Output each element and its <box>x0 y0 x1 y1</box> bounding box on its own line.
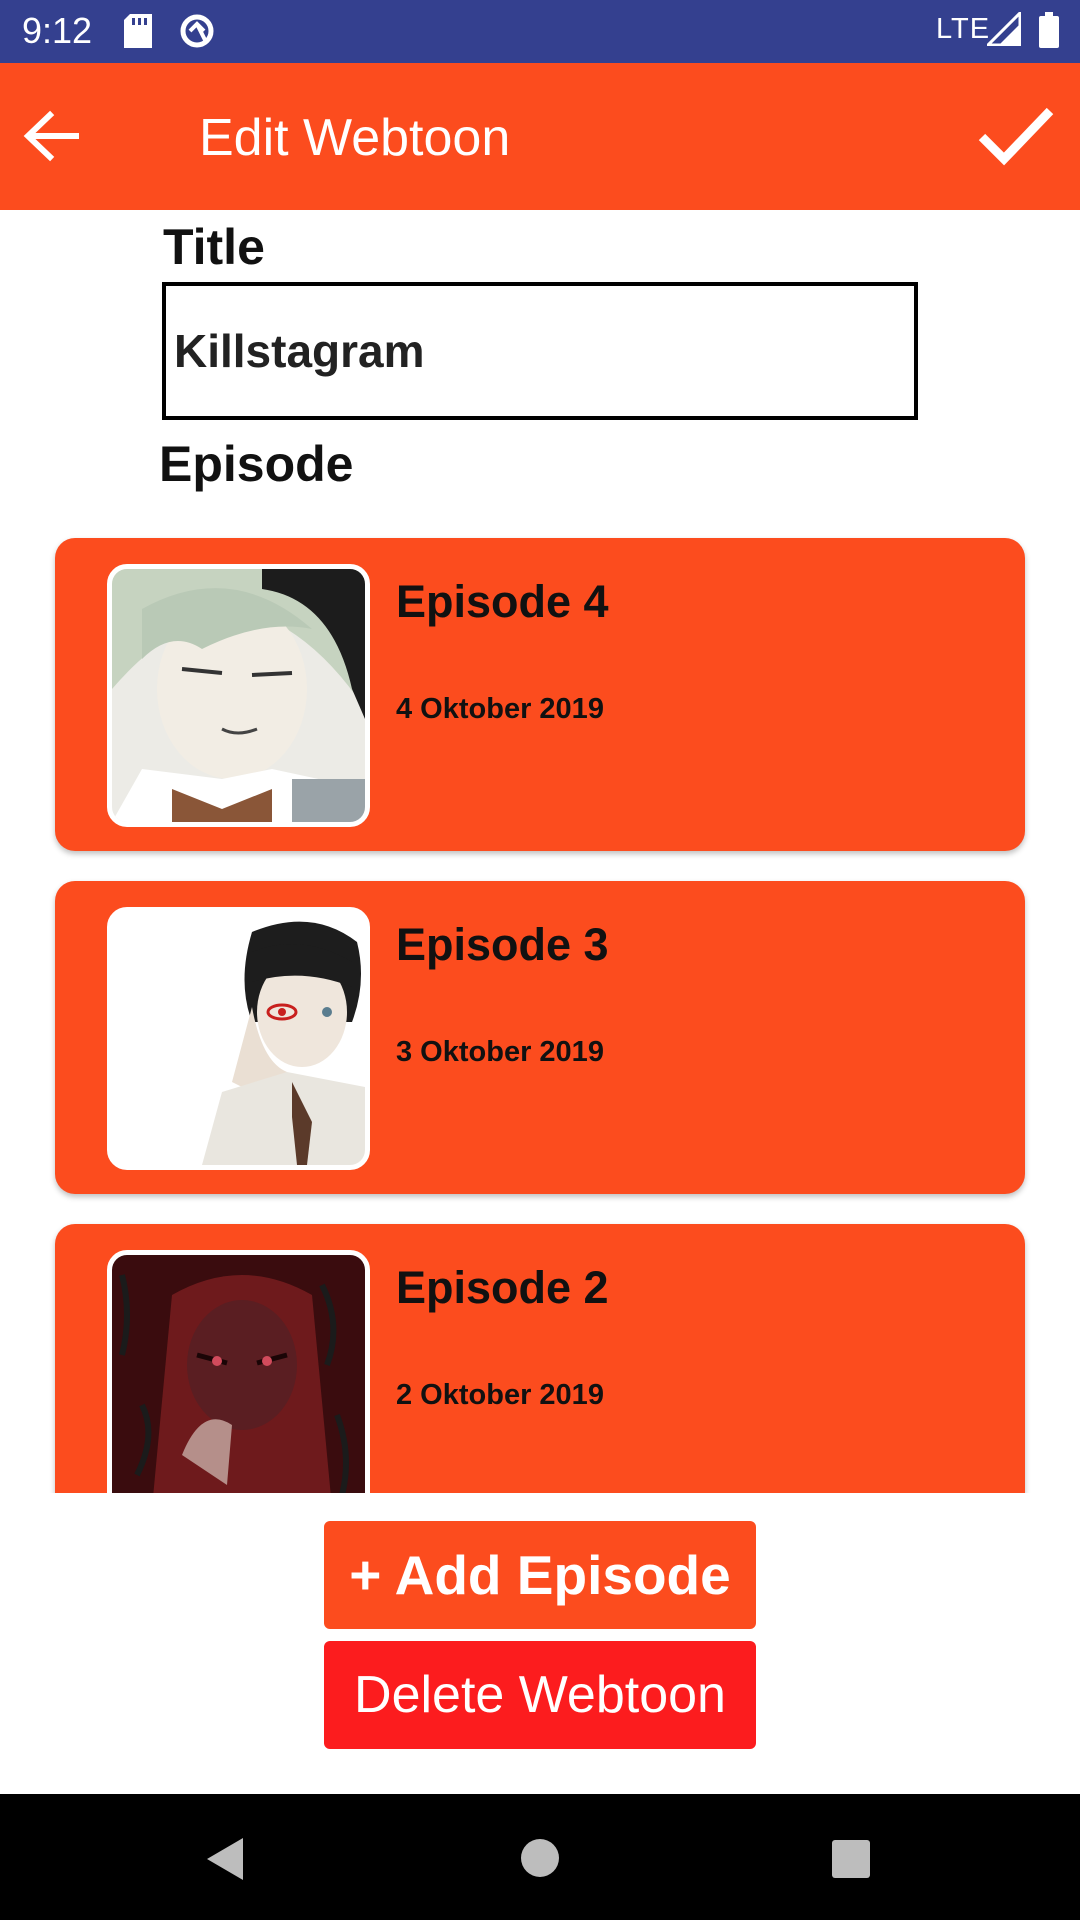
nav-recents-icon[interactable] <box>831 1839 871 1879</box>
add-episode-button[interactable]: + Add Episode <box>324 1521 756 1629</box>
navigation-bar <box>0 1794 1080 1920</box>
episode-title: Episode 3 <box>396 919 609 970</box>
nav-home-icon[interactable] <box>520 1838 560 1878</box>
title-input[interactable] <box>162 282 918 420</box>
episode-title: Episode 2 <box>396 1262 609 1313</box>
delete-webtoon-button[interactable]: Delete Webtoon <box>324 1641 756 1749</box>
check-icon <box>978 107 1054 166</box>
episode-title: Episode 4 <box>396 576 609 627</box>
episode-card[interactable]: Episode 2 2 Oktober 2019 <box>55 1224 1025 1493</box>
title-label: Title <box>163 219 265 275</box>
episode-card[interactable]: Episode 4 4 Oktober 2019 <box>55 538 1025 851</box>
nav-back-icon[interactable] <box>205 1836 245 1882</box>
back-button[interactable] <box>22 107 80 165</box>
battery-icon <box>1039 12 1059 48</box>
app-bar: Edit Webtoon <box>0 63 1080 210</box>
episode-date: 4 Oktober 2019 <box>396 693 604 725</box>
network-type: LTE <box>936 13 991 45</box>
episode-thumbnail <box>107 564 370 827</box>
episode-thumbnail <box>107 907 370 1170</box>
episode-date: 2 Oktober 2019 <box>396 1379 604 1411</box>
status-time: 9:12 <box>22 10 93 51</box>
episode-list[interactable]: Episode 4 4 Oktober 2019 Episode 3 3 Okt… <box>40 520 1040 1493</box>
episode-date: 3 Oktober 2019 <box>396 1036 604 1068</box>
arrow-back-icon <box>23 110 79 162</box>
status-bar: 9:12 LTE <box>0 0 1080 63</box>
sd-card-icon <box>124 14 152 48</box>
edit-webtoon-screen: 9:12 LTE Edit Webtoon Title Episod <box>0 0 1080 1920</box>
save-button[interactable] <box>978 101 1054 169</box>
episode-card[interactable]: Episode 3 3 Oktober 2019 <box>55 881 1025 1194</box>
episode-thumbnail <box>107 1250 370 1493</box>
signal-icon <box>984 9 1022 47</box>
episode-label: Episode <box>159 436 354 492</box>
page-title: Edit Webtoon <box>199 109 511 167</box>
sync-icon <box>178 12 216 50</box>
